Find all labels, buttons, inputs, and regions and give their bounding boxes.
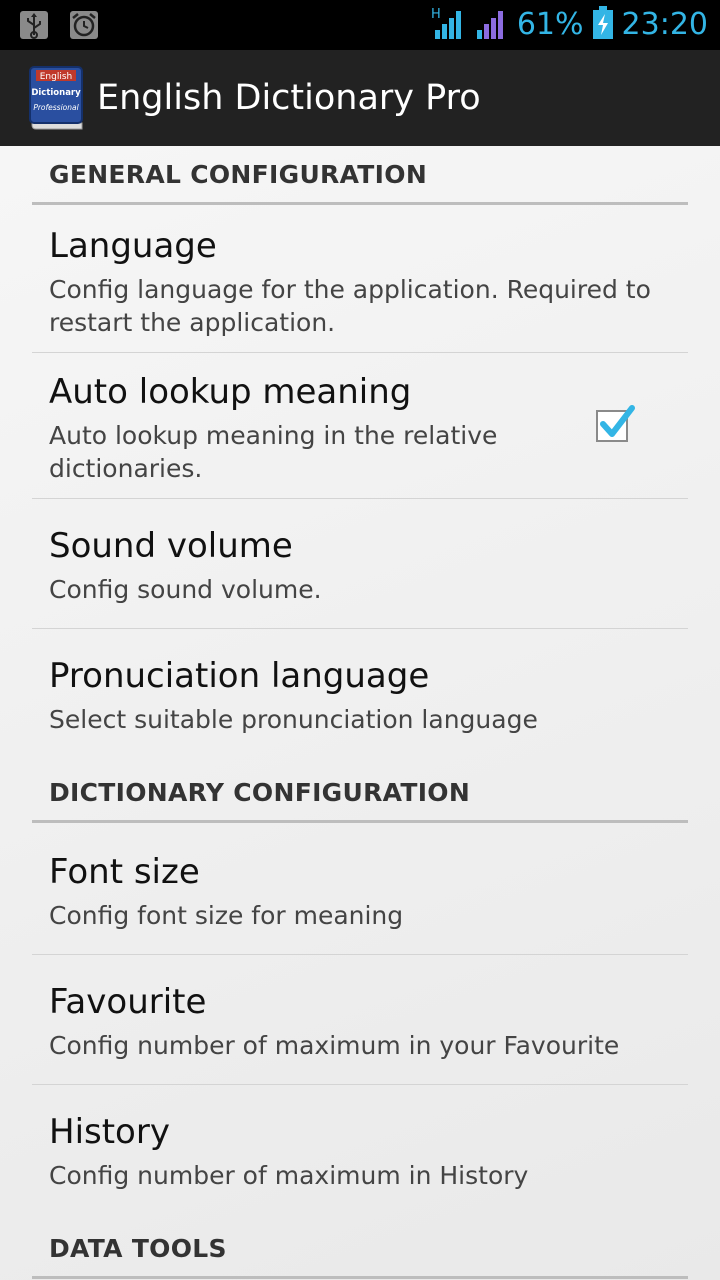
- divider: [32, 628, 688, 629]
- section-header-dictionary: DICTIONARY CONFIGURATION: [49, 778, 471, 807]
- pref-summary: Config number of maximum in your Favouri…: [49, 1031, 620, 1060]
- section-rule: [32, 1276, 688, 1279]
- app-title: English Dictionary Pro: [97, 78, 481, 118]
- logo-text-english: English: [40, 72, 73, 82]
- divider: [32, 954, 688, 955]
- pref-title: Sound volume: [49, 526, 293, 566]
- status-bar: H 61% 23:20: [0, 0, 720, 50]
- signal-icon: [475, 6, 509, 44]
- alarm-icon: [68, 9, 100, 41]
- clock: 23:20: [621, 7, 708, 42]
- preferences-list[interactable]: GENERAL CONFIGURATION Language Config la…: [0, 146, 720, 1280]
- checkmark-icon: [600, 405, 635, 437]
- auto-lookup-checkbox[interactable]: [596, 405, 635, 442]
- section-rule: [32, 820, 688, 823]
- svg-text:H: H: [431, 7, 441, 22]
- hspa-signal-icon: H: [431, 6, 467, 44]
- pref-title: Font size: [49, 852, 200, 892]
- pref-summary: Config language for the application. Req…: [49, 275, 651, 337]
- battery-percent: 61%: [516, 7, 584, 42]
- battery-charging-icon: [592, 6, 614, 44]
- section-rule: [32, 202, 688, 205]
- usb-icon: [18, 9, 50, 41]
- pref-title: History: [49, 1112, 170, 1152]
- pref-summary: Config sound volume.: [49, 575, 322, 604]
- pref-title: Auto lookup meaning: [49, 372, 412, 412]
- divider: [32, 1084, 688, 1085]
- logo-text-professional: Professional: [33, 103, 79, 112]
- pref-summary: Config number of maximum in History: [49, 1161, 529, 1190]
- action-bar: English Dictionary Professional English …: [0, 50, 720, 146]
- divider: [32, 498, 688, 499]
- pref-title: Language: [49, 226, 217, 266]
- pref-summary: Select suitable pronunciation language: [49, 705, 538, 734]
- pref-title: Favourite: [49, 982, 207, 1022]
- pref-summary: Config font size for meaning: [49, 901, 404, 930]
- section-header-data-tools: DATA TOOLS: [49, 1234, 227, 1263]
- app-logo-icon[interactable]: English Dictionary Professional: [26, 65, 86, 131]
- logo-text-dictionary: Dictionary: [31, 88, 81, 98]
- divider: [32, 352, 688, 353]
- pref-title: Pronuciation language: [49, 656, 430, 696]
- pref-summary: Auto lookup meaning in the relative dict…: [49, 421, 498, 483]
- section-header-general: GENERAL CONFIGURATION: [49, 160, 428, 189]
